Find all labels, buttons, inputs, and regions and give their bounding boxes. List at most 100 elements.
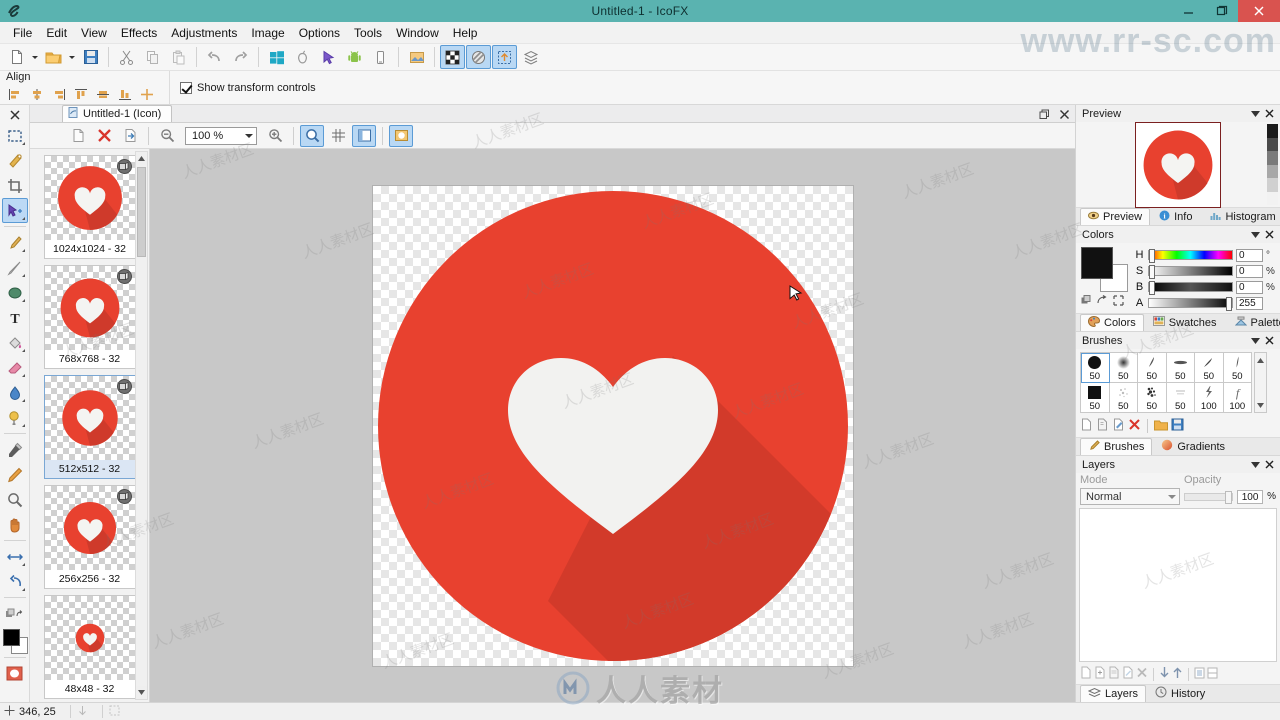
blend-mode-select[interactable]: Normal (1080, 488, 1180, 505)
foreground-color-swatch[interactable] (1081, 247, 1113, 279)
delete-brush-icon[interactable] (1128, 418, 1141, 434)
save-brush-icon[interactable] (1171, 418, 1184, 434)
tools-panel-close-button[interactable] (1, 107, 29, 123)
opacity-value[interactable]: 100 (1237, 489, 1264, 504)
merge-down-icon[interactable] (1194, 667, 1205, 682)
close-icon[interactable] (1262, 107, 1276, 121)
crop-tool[interactable] (2, 173, 28, 198)
android-export-button[interactable] (342, 45, 367, 69)
scroll-down-arrow-icon[interactable] (1257, 399, 1264, 411)
blur-tool[interactable] (2, 380, 28, 405)
tab-history[interactable]: History (1148, 685, 1212, 702)
icon-list-item[interactable]: 256x256 - 32 (43, 485, 136, 589)
brush-item[interactable]: 50 (1138, 353, 1167, 383)
paste-button[interactable] (166, 45, 191, 69)
tab-gradients[interactable]: Gradients (1154, 438, 1232, 455)
opacity-slider-track[interactable] (1184, 490, 1234, 504)
tool-color-swatches[interactable] (2, 628, 28, 654)
copy-color-icon[interactable] (1081, 295, 1092, 309)
edit-brush-icon[interactable] (1112, 418, 1125, 434)
tab-histogram[interactable]: Histogram (1203, 208, 1280, 225)
chevron-down-icon[interactable] (1248, 228, 1262, 242)
menu-edit[interactable]: Edit (39, 24, 74, 42)
dodge-burn-tool[interactable] (2, 405, 28, 430)
image-tools-button[interactable] (404, 45, 429, 69)
alpha-slider-knob[interactable] (1226, 297, 1232, 311)
redo-button[interactable] (228, 45, 253, 69)
brush-item[interactable]: 50 (1138, 383, 1167, 413)
chevron-down-icon[interactable] (1248, 334, 1262, 348)
align-top-button[interactable] (70, 85, 91, 103)
menu-options[interactable]: Options (292, 24, 347, 42)
preview-toggle-button[interactable] (300, 124, 324, 147)
delete-image-button[interactable] (92, 125, 116, 147)
brush-item[interactable]: 50 (1195, 353, 1224, 383)
align-bottom-button[interactable] (114, 85, 135, 103)
quick-mask-icon[interactable] (2, 661, 28, 686)
save-file-button[interactable] (78, 45, 103, 69)
brush-item[interactable]: 50 (1223, 353, 1252, 383)
alpha-slider-track[interactable] (1148, 297, 1233, 311)
move-tool[interactable] (1, 198, 28, 223)
scroll-up-arrow-icon[interactable] (136, 152, 147, 165)
layers-stack-button[interactable] (518, 45, 543, 69)
minimize-button[interactable] (1172, 0, 1205, 22)
menu-help[interactable]: Help (446, 24, 485, 42)
new-image-button[interactable] (66, 125, 90, 147)
new-document-button[interactable] (4, 45, 29, 69)
zoom-in-button[interactable] (263, 125, 287, 147)
close-icon[interactable] (1262, 458, 1276, 472)
cursor-export-button[interactable] (316, 45, 341, 69)
chevron-down-icon[interactable] (1248, 107, 1262, 121)
saturation-value[interactable]: 0 (1236, 264, 1263, 278)
ios-export-button[interactable] (368, 45, 393, 69)
icon-list-item[interactable]: 512x512 - 32 (43, 375, 136, 479)
color-replace-tool[interactable] (2, 462, 28, 487)
new-layer-icon[interactable] (1080, 666, 1092, 682)
paint-bucket-tool[interactable] (2, 330, 28, 355)
zoom-tool[interactable] (2, 487, 28, 512)
eraser-tool[interactable] (2, 355, 28, 380)
zoom-level-select[interactable]: 100 % (185, 126, 257, 145)
scroll-up-arrow-icon[interactable] (1257, 354, 1264, 366)
brush-item[interactable]: 50 (1109, 353, 1138, 383)
brightness-slider-knob[interactable] (1149, 281, 1155, 295)
brightness-slider-track[interactable] (1148, 281, 1233, 295)
brightness-value[interactable]: 0 (1236, 280, 1263, 294)
icon-list-item[interactable]: 768x768 - 32 (43, 265, 136, 369)
text-tool[interactable]: T (2, 305, 28, 330)
brush-item[interactable]: 50 (1081, 353, 1110, 383)
flatten-icon[interactable] (1207, 667, 1218, 682)
delete-layer-icon[interactable] (1136, 666, 1148, 682)
duplicate-brush-icon[interactable] (1096, 418, 1109, 434)
swap-colors-icon[interactable] (1097, 295, 1108, 309)
menu-image[interactable]: Image (244, 24, 291, 42)
hue-slider-track[interactable] (1148, 249, 1233, 263)
macos-export-button[interactable] (290, 45, 315, 69)
rectangular-marquee-tool[interactable] (2, 123, 28, 148)
chevron-down-icon[interactable] (1248, 458, 1262, 472)
color-swatch-pair[interactable] (1081, 247, 1128, 293)
tab-preview[interactable]: Preview (1080, 208, 1151, 225)
shape-tool[interactable] (2, 280, 28, 305)
brush-item[interactable]: 50 (1081, 383, 1110, 413)
document-close-button[interactable] (1057, 107, 1071, 121)
align-middle-v-button[interactable] (92, 85, 113, 103)
brush-item[interactable]: 50 (1166, 383, 1195, 413)
new-document-dropdown[interactable] (30, 45, 40, 69)
brushes-scrollbar[interactable] (1254, 352, 1267, 413)
selection-frame-toggle[interactable] (492, 45, 517, 69)
zoom-out-button[interactable] (155, 125, 179, 147)
canvas-viewport[interactable] (150, 149, 1075, 702)
saturation-slider-knob[interactable] (1149, 265, 1155, 279)
menu-window[interactable]: Window (389, 24, 446, 42)
brush-item[interactable]: 50 (1109, 383, 1138, 413)
menu-adjustments[interactable]: Adjustments (164, 24, 244, 42)
foreground-color-swatch[interactable] (2, 629, 20, 646)
export-image-button[interactable] (118, 125, 142, 147)
opacity-slider-knob[interactable] (1225, 490, 1233, 504)
icon-canvas[interactable] (372, 185, 853, 666)
document-restore-button[interactable] (1037, 107, 1051, 121)
windows-export-button[interactable] (264, 45, 289, 69)
align-left-button[interactable] (4, 85, 25, 103)
